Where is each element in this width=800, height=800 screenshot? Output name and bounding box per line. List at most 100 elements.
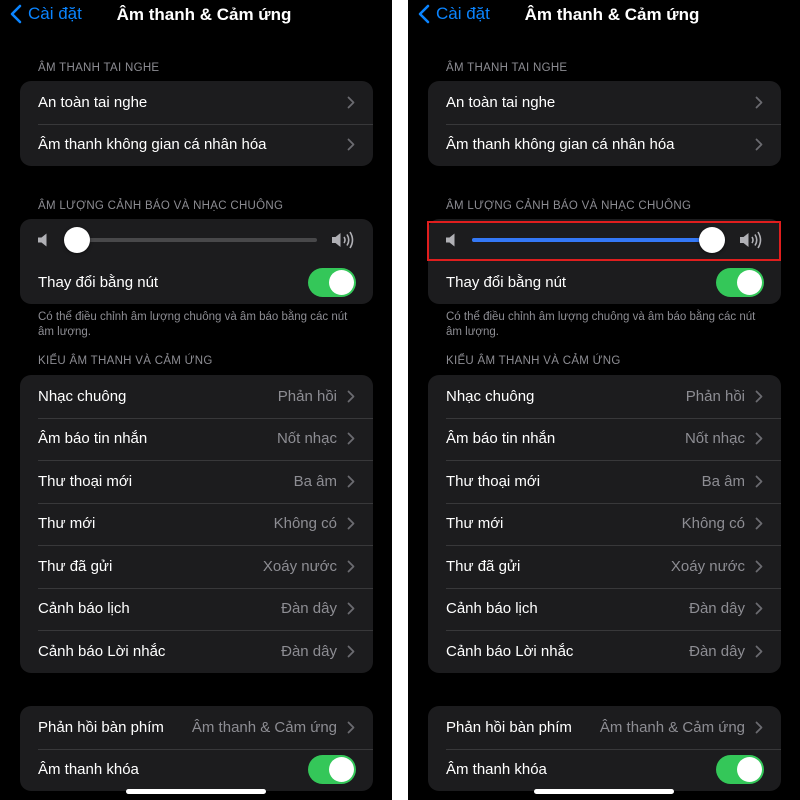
chevron-right-icon [347, 432, 355, 445]
sent-mail-row[interactable]: Thư đã gửi Xoáy nước [20, 545, 373, 588]
headphone-safety-row[interactable]: An toàn tai nghe [20, 81, 373, 124]
spatial-audio-row[interactable]: Âm thanh không gian cá nhân hóa [428, 123, 781, 167]
chevron-right-icon [755, 475, 763, 488]
headphone-group: An toàn tai nghe Âm thanh không gian cá … [428, 81, 781, 166]
volume-group: Thay đổi bằng nút [20, 219, 373, 304]
chevron-right-icon [347, 645, 355, 658]
row-label: An toàn tai nghe [446, 93, 556, 111]
row-label: Thư mới [38, 515, 96, 533]
volume-footnote: Có thể điều chỉnh âm lượng chuông và âm … [38, 311, 348, 338]
row-label: Cảnh báo lịch [446, 600, 538, 618]
navigation-bar: Cài đặt Âm thanh & Cảm ứng [0, 0, 392, 30]
keyboard-feedback-row[interactable]: Phản hồi bàn phím Âm thanh & Cảm ứng [20, 706, 373, 749]
ringtone-row[interactable]: Nhạc chuông Phản hồi [428, 375, 781, 418]
row-value: Ba âm [293, 472, 337, 490]
chevron-right-icon [347, 138, 355, 151]
toggle-knob [329, 269, 354, 295]
speaker-high-icon [332, 231, 354, 249]
reminder-alerts-row[interactable]: Cảnh báo Lời nhắc Đàn dây [428, 630, 781, 673]
new-voicemail-row[interactable]: Thư thoại mới Ba âm [428, 460, 781, 503]
chevron-right-icon [755, 721, 763, 734]
text-tone-row[interactable]: Âm báo tin nhắn Nốt nhạc [20, 417, 373, 461]
text-tone-row[interactable]: Âm báo tin nhắn Nốt nhạc [428, 417, 781, 461]
chevron-right-icon [755, 390, 763, 403]
change-with-buttons-toggle[interactable] [716, 267, 764, 297]
row-label: Âm thanh không gian cá nhân hóa [446, 136, 675, 154]
chevron-right-icon [755, 432, 763, 445]
ringtone-row[interactable]: Nhạc chuông Phản hồi [20, 375, 373, 418]
slider-track [64, 238, 317, 242]
row-label: Âm thanh không gian cá nhân hóa [38, 136, 267, 154]
chevron-right-icon [347, 390, 355, 403]
row-value: Nốt nhạc [276, 430, 337, 448]
sounds-group: Nhạc chuông Phản hồi Âm báo tin nhắn Nốt n… [20, 375, 373, 673]
row-label: Âm báo tin nhắn [38, 430, 148, 448]
chevron-right-icon [755, 96, 763, 109]
row-label: Nhạc chuông [38, 387, 127, 405]
keyboard-feedback-row[interactable]: Phản hồi bàn phím Âm thanh & Cảm ứng [428, 706, 781, 749]
row-label: Âm báo tin nhắn [446, 430, 556, 448]
headphone-group: An toàn tai nghe Âm thanh không gian cá … [20, 81, 373, 166]
change-with-buttons-row: Thay đổi bằng nút [20, 261, 373, 304]
highlight-box [427, 221, 781, 261]
row-value: Nốt nhạc [684, 430, 745, 448]
headphone-safety-row[interactable]: An toàn tai nghe [428, 81, 781, 124]
section-header-volume: ÂM LƯỢNG CẢNH BÁO VÀ NHẠC CHUÔNG [446, 200, 692, 212]
volume-footnote: Có thể điều chỉnh âm lượng chuông và âm … [446, 311, 756, 338]
settings-screen-before: Cài đặt Âm thanh & Cảm ứng ÂM THANH TAI … [0, 0, 392, 800]
chevron-right-icon [347, 475, 355, 488]
chevron-right-icon [347, 560, 355, 573]
sounds-group: Nhạc chuông Phản hồi Âm báo tin nhắn Nốt n… [428, 375, 781, 673]
lock-sound-row: Âm thanh khóa [20, 748, 373, 792]
row-label: Thư mới [446, 515, 504, 533]
chevron-right-icon [755, 138, 763, 151]
row-value: Âm thanh & Cảm ứng [191, 718, 337, 736]
slider-thumb[interactable] [64, 227, 90, 253]
toggle-knob [329, 757, 354, 783]
lock-sound-toggle[interactable] [716, 755, 764, 785]
home-indicator [126, 789, 266, 794]
section-header-headphone: ÂM THANH TAI NGHE [38, 62, 160, 74]
chevron-right-icon [755, 560, 763, 573]
row-value: Đàn dây [281, 600, 337, 618]
spatial-audio-row[interactable]: Âm thanh không gian cá nhân hóa [20, 123, 373, 167]
new-mail-row[interactable]: Thư mới Không có [428, 502, 781, 546]
change-with-buttons-row: Thay đổi bằng nút [428, 261, 781, 304]
chevron-right-icon [755, 602, 763, 615]
speaker-low-icon [38, 233, 47, 247]
row-value: Xoáy nước [262, 557, 337, 575]
reminder-alerts-row[interactable]: Cảnh báo Lời nhắc Đàn dây [20, 630, 373, 673]
row-label: Âm thanh khóa [38, 761, 139, 779]
lock-sound-row: Âm thanh khóa [428, 748, 781, 792]
settings-screen-after: Cài đặt Âm thanh & Cảm ứng ÂM THANH TAI … [408, 0, 800, 800]
new-mail-row[interactable]: Thư mới Không có [20, 502, 373, 546]
calendar-alerts-row[interactable]: Cảnh báo lịch Đàn dây [20, 587, 373, 631]
change-with-buttons-toggle[interactable] [308, 267, 356, 297]
row-label: Thư đã gửi [446, 557, 521, 575]
section-header-headphone: ÂM THANH TAI NGHE [446, 62, 568, 74]
sent-mail-row[interactable]: Thư đã gửi Xoáy nước [428, 545, 781, 588]
lock-sound-toggle[interactable] [308, 755, 356, 785]
row-value: Đàn dây [689, 642, 745, 660]
chevron-right-icon [755, 517, 763, 530]
chevron-right-icon [347, 96, 355, 109]
row-value: Không có [273, 515, 337, 533]
chevron-right-icon [755, 645, 763, 658]
page-title: Âm thanh & Cảm ứng [116, 5, 292, 24]
section-header-sounds: KIỂU ÂM THANH VÀ CẢM ỨNG [38, 355, 213, 367]
row-label: Thư thoại mới [446, 472, 541, 490]
navigation-bar: Cài đặt Âm thanh & Cảm ứng [408, 0, 800, 30]
row-label: Cảnh báo lịch [38, 600, 130, 618]
section-header-sounds: KIỂU ÂM THANH VÀ CẢM ỨNG [446, 355, 621, 367]
section-header-volume: ÂM LƯỢNG CẢNH BÁO VÀ NHẠC CHUÔNG [38, 200, 284, 212]
row-value: Ba âm [701, 472, 745, 490]
row-value: Không có [681, 515, 745, 533]
page-title: Âm thanh & Cảm ứng [524, 5, 700, 24]
row-label: Nhạc chuông [446, 387, 535, 405]
row-label: Thư thoại mới [38, 472, 133, 490]
calendar-alerts-row[interactable]: Cảnh báo lịch Đàn dây [428, 587, 781, 631]
new-voicemail-row[interactable]: Thư thoại mới Ba âm [20, 460, 373, 503]
row-value: Xoáy nước [670, 557, 745, 575]
ringer-volume-slider[interactable] [20, 219, 373, 261]
row-label: Cảnh báo Lời nhắc [38, 642, 166, 660]
